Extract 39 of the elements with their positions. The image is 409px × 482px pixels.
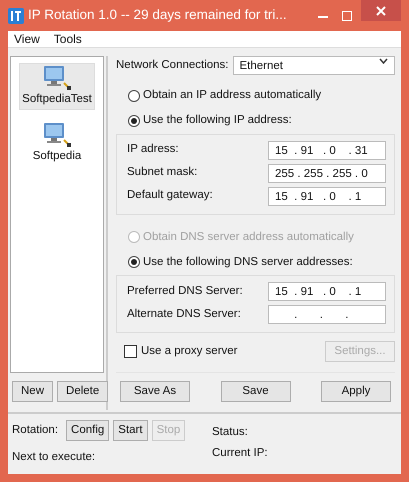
menu-item[interactable]: View: [14, 30, 40, 48]
caret-icon: [379, 58, 388, 64]
status-label: Status:: [212, 424, 249, 440]
rotation-label: Rotation:: [12, 422, 58, 438]
apply-button[interactable]: Apply: [321, 380, 391, 402]
close-icon: [376, 6, 386, 16]
start-button[interactable]: Start: [113, 420, 148, 441]
radio-option[interactable]: Use the following IP address:: [128, 112, 395, 130]
profile-item[interactable]: Softpedia: [30, 120, 84, 168]
network-dropdown[interactable]: Ethernet: [232, 56, 395, 75]
maximize-icon: [342, 11, 352, 22]
field-label: IP adress:: [127, 142, 179, 158]
delete-button[interactable]: Delete: [57, 380, 108, 402]
current-ip-label: Current IP:: [212, 446, 268, 461]
ip-field[interactable]: 255 . 255 . 255 . 0: [268, 164, 386, 182]
computer-icon: [42, 65, 72, 91]
app-icon: [8, 8, 24, 24]
network-label: Network Connections:: [116, 58, 228, 73]
save-as-button[interactable]: Save As: [120, 380, 190, 402]
new-button[interactable]: New: [12, 380, 54, 402]
window-title: IP Rotation 1.0 -- 29 days remained for tri...: [28, 6, 287, 24]
field-label: Preferred DNS Server:: [127, 284, 243, 299]
ip-field[interactable]: . . .: [268, 305, 386, 324]
save-button[interactable]: Save: [220, 380, 290, 402]
radio-option[interactable]: Use the following DNS server addresses:: [128, 254, 395, 271]
field-label: Default gateway:: [127, 188, 213, 204]
menu-item[interactable]: Tools: [54, 30, 82, 48]
ip-field[interactable]: 15 . 91 . 0 . 1: [268, 186, 386, 206]
next-label: Next to execute:: [12, 450, 96, 465]
config-button[interactable]: Config: [66, 420, 110, 441]
radio-option[interactable]: Obtain an IP address automatically: [128, 87, 395, 104]
profile-item[interactable]: SoftpediaTest: [19, 63, 95, 110]
field-label: Alternate DNS Server:: [127, 306, 241, 322]
ip-field[interactable]: 15 . 91 . 0 . 31: [268, 140, 386, 160]
ip-field[interactable]: 15 . 91 . 0 . 1: [268, 282, 386, 301]
field-label: Subnet mask:: [127, 165, 198, 180]
proxy-checkbox[interactable]: Use a proxy server: [124, 342, 238, 360]
computer-icon: [42, 122, 72, 148]
close-button[interactable]: [361, 0, 401, 21]
